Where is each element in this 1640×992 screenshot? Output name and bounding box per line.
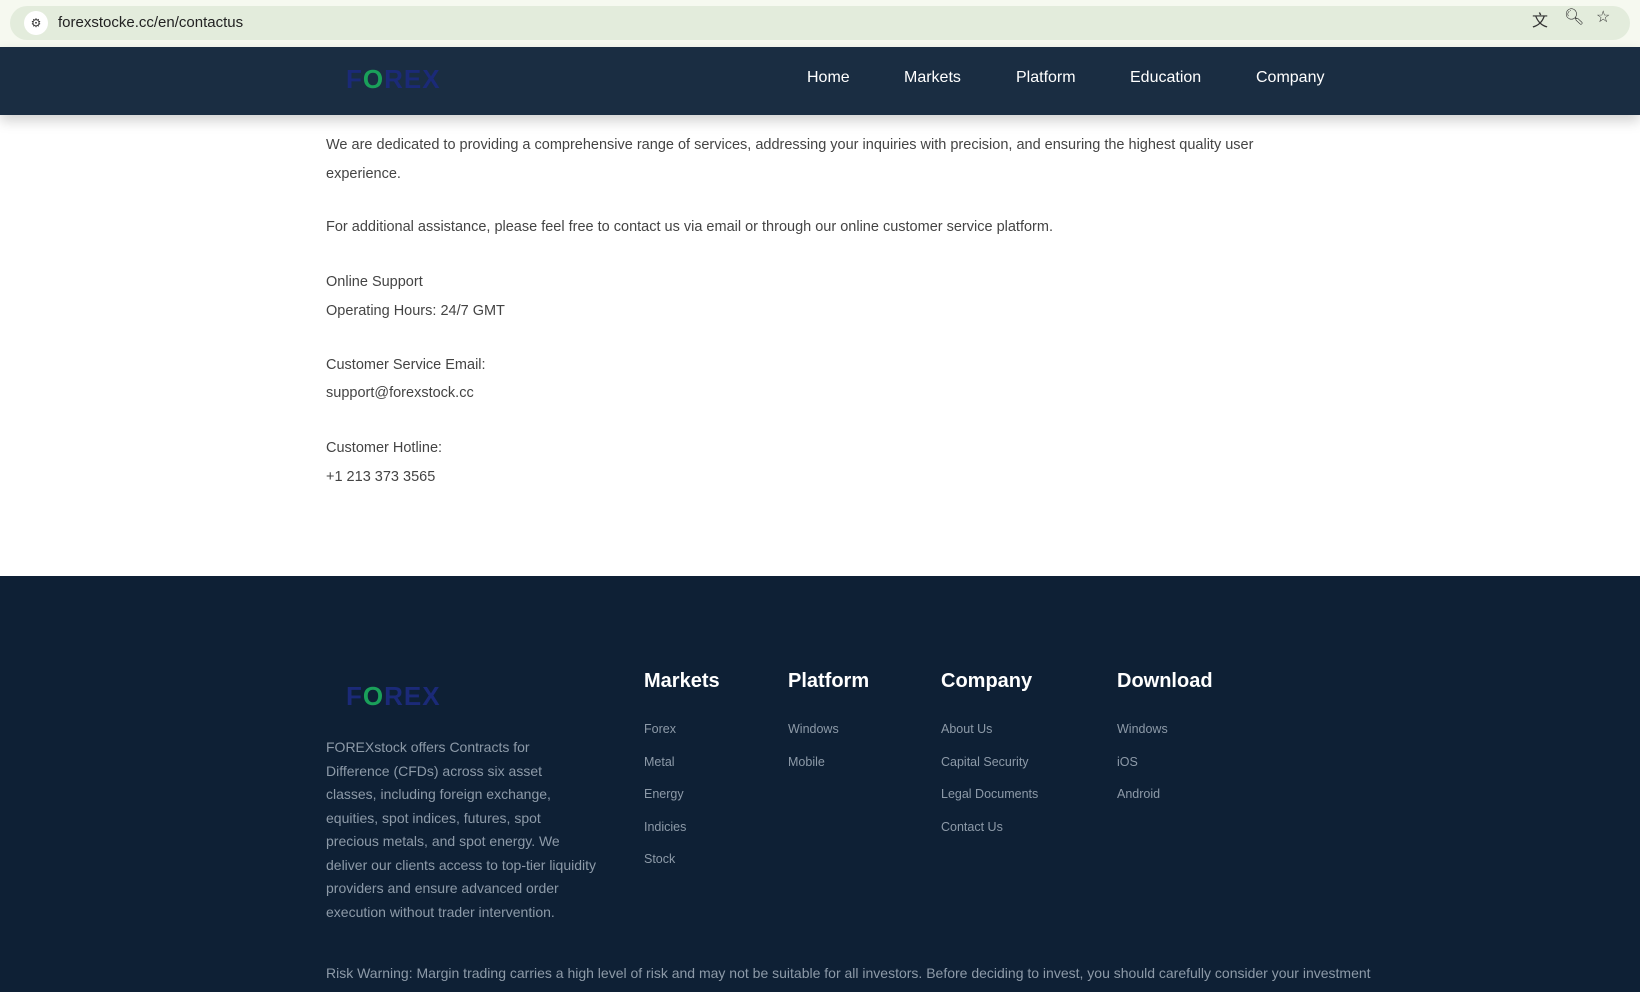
nav-markets[interactable]: Markets [904,69,961,87]
email-label: Customer Service Email: [326,357,486,373]
risk-warning: Risk Warning: Margin trading carries a h… [326,965,1371,981]
footer-heading-markets: Markets [644,670,720,692]
footer-heading-download: Download [1117,670,1213,692]
footer-heading-company: Company [941,670,1033,692]
footer-link[interactable]: Capital Security [941,755,1029,769]
operating-hours: Operating Hours: 24/7 GMT [326,303,505,319]
footer-link[interactable]: Mobile [788,755,825,769]
footer-link[interactable]: Android [1117,787,1160,801]
footer-link[interactable]: Windows [1117,722,1168,736]
hotline-label: Customer Hotline: [326,440,443,456]
assistance-text: For additional assistance, please feel f… [326,219,1053,235]
site-header: FOREX Home Markets Platform Education Co… [0,47,1640,115]
footer-link[interactable]: Forex [644,722,676,736]
footer-link[interactable]: Contact Us [941,820,1003,834]
footer-heading-platform: Platform [788,670,870,692]
bookmark-star-icon[interactable]: ☆ [1596,7,1610,27]
footer-link[interactable]: About Us [941,722,992,736]
footer-link[interactable]: Stock [644,852,675,866]
nav-platform[interactable]: Platform [1016,69,1076,87]
intro-text: We are dedicated to providing a comprehe… [326,137,1254,153]
address-bar[interactable]: ⚙ forexstocke.cc/en/contactus [10,6,1630,40]
logo[interactable]: FOREX [346,64,441,95]
support-email[interactable]: support@forexstock.cc [326,385,474,401]
footer-link[interactable]: Windows [788,722,839,736]
footer-link[interactable]: Energy [644,787,684,801]
footer-link[interactable]: Metal [644,755,675,769]
footer-logo[interactable]: FOREX [346,681,441,712]
url-text[interactable]: forexstocke.cc/en/contactus [58,14,243,31]
footer-link[interactable]: Legal Documents [941,787,1038,801]
online-support-label: Online Support [326,274,423,290]
footer-link[interactable]: Indicies [644,820,686,834]
footer-description: FOREXstock offers Contracts for Differen… [326,739,597,920]
nav-company[interactable]: Company [1256,69,1324,87]
footer-link[interactable]: iOS [1117,755,1138,769]
nav-education[interactable]: Education [1130,69,1201,87]
browser-toolbar: ⚙ forexstocke.cc/en/contactus 文 🔍︎ ☆ [0,0,1640,47]
nav-home[interactable]: Home [807,69,850,87]
hotline-number[interactable]: +1 213 373 3565 [326,469,435,485]
site-settings-icon[interactable]: ⚙ [24,11,48,35]
footer: FOREX FOREXstock offers Contracts for Di… [0,576,1640,992]
intro-text-cont: experience. [326,166,401,182]
translate-icon[interactable]: 文 [1532,7,1548,31]
zoom-icon[interactable]: 🔍︎ [1564,7,1584,27]
